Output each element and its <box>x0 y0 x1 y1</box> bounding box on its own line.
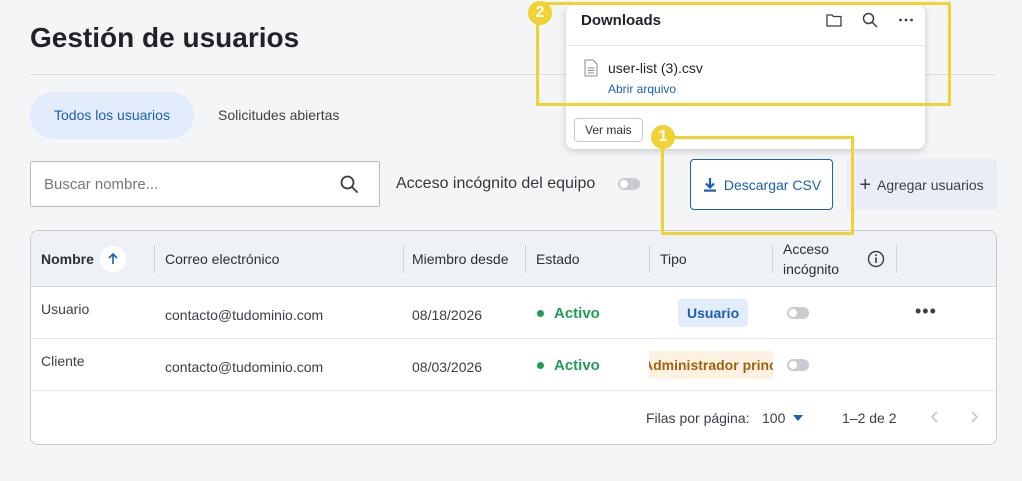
column-divider <box>649 245 650 273</box>
add-users-label: Agregar usuarios <box>877 176 984 193</box>
users-table: Nombre Correo electrónico Miembro desde … <box>30 230 997 445</box>
highlight-box-downloads <box>536 2 951 106</box>
highlight-number-badge: 1 <box>651 125 675 149</box>
rows-per-page-select[interactable]: 100 <box>762 410 804 426</box>
cell-name: Cliente <box>41 353 85 369</box>
column-divider <box>403 245 404 273</box>
search-box <box>30 161 380 207</box>
plus-icon: + <box>859 173 872 196</box>
add-users-button[interactable]: + Agregar usuarios <box>846 159 997 210</box>
rows-per-page-label: Filas por página: <box>646 410 750 426</box>
tab-all-users[interactable]: Todos los usuarios <box>30 92 194 139</box>
search-input[interactable] <box>44 162 334 206</box>
column-header-name[interactable]: Nombre <box>41 231 126 287</box>
sort-ascending-icon[interactable] <box>99 246 126 272</box>
cell-email: contacto@tudominio.com <box>165 307 324 323</box>
info-icon[interactable] <box>867 250 885 268</box>
column-header-member-since: Miembro desde <box>412 251 509 267</box>
team-incognito-toggle[interactable] <box>618 178 640 190</box>
see-more-button[interactable]: Ver mais <box>574 118 643 142</box>
cell-status: Activo <box>537 305 600 322</box>
column-header-incognito: Acceso incógnito <box>783 241 840 277</box>
row-incognito-toggle[interactable] <box>787 359 809 371</box>
column-divider <box>772 245 773 273</box>
caret-down-icon <box>793 415 804 421</box>
tab-open-requests[interactable]: Solicitudes abiertas <box>194 92 363 139</box>
row-incognito-toggle[interactable] <box>787 307 809 319</box>
search-icon[interactable] <box>339 174 359 194</box>
type-badge: Administrador principal <box>649 351 773 379</box>
table-row: Usuario contacto@tudominio.com 08/18/202… <box>31 287 996 339</box>
highlight-number-badge: 2 <box>528 1 552 25</box>
status-dot-icon <box>537 362 544 369</box>
cell-member-since: 08/18/2026 <box>412 307 483 323</box>
column-header-type: Tipo <box>660 251 687 267</box>
column-header-status: Estado <box>536 251 580 267</box>
cell-status: Activo <box>537 357 600 374</box>
table-header: Nombre Correo electrónico Miembro desde … <box>31 231 996 287</box>
cell-email: contacto@tudominio.com <box>165 359 324 375</box>
column-divider <box>896 245 897 273</box>
chevron-left-icon[interactable] <box>928 409 942 425</box>
status-dot-icon <box>537 310 544 317</box>
table-footer: Filas por página: 100 1–2 de 2 <box>31 391 996 444</box>
column-divider <box>525 245 526 273</box>
table-row: Cliente contacto@tudominio.com 08/03/202… <box>31 339 996 391</box>
column-header-email: Correo electrónico <box>165 251 280 267</box>
type-badge: Usuario <box>678 299 749 327</box>
team-incognito-label: Acceso incógnito del equipo <box>396 175 596 192</box>
column-divider <box>154 245 155 273</box>
page-title: Gestión de usuarios <box>30 22 300 53</box>
highlight-box-download-csv <box>661 136 854 235</box>
more-options-icon[interactable]: ••• <box>915 301 937 322</box>
cell-name: Usuario <box>41 301 90 317</box>
pagination-range: 1–2 de 2 <box>842 410 897 426</box>
cell-member-since: 08/03/2026 <box>412 359 483 375</box>
chevron-right-icon[interactable] <box>967 409 981 425</box>
